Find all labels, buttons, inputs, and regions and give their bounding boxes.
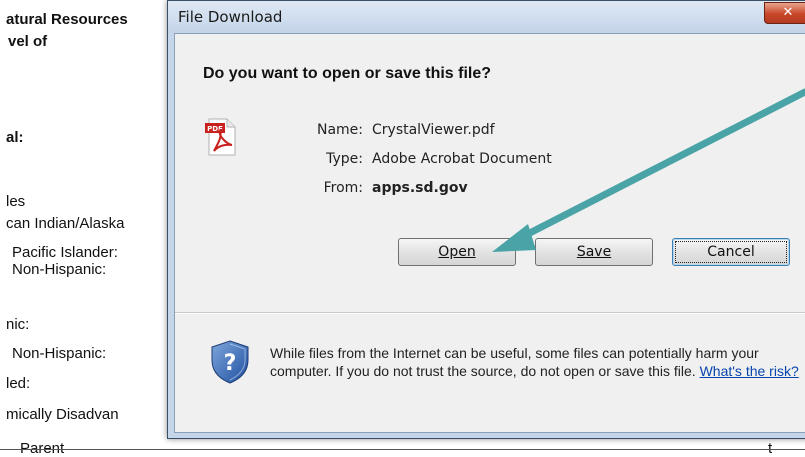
doc-line: Pacific Islander: (12, 244, 118, 261)
doc-line: led: (6, 375, 31, 392)
doc-line: atural Resources (6, 11, 128, 28)
doc-line: Non-Hispanic: (12, 261, 107, 278)
open-button[interactable]: Open (398, 238, 516, 266)
dialog-question: Do you want to open or save this file? (203, 65, 492, 82)
file-name-value: CrystalViewer.pdf (372, 122, 495, 138)
doc-line: vel of (8, 33, 48, 50)
file-type-label: Type: (326, 151, 363, 167)
doc-line: al: (6, 129, 24, 146)
doc-divider (0, 449, 805, 450)
dialog-titlebar[interactable]: File Download ✕ (168, 1, 805, 33)
cancel-button-label: Cancel (707, 244, 755, 260)
save-button-label: Save (576, 244, 612, 260)
file-type-value: Adobe Acrobat Document (372, 151, 552, 167)
dialog-title: File Download (178, 8, 283, 26)
doc-line: les (6, 193, 26, 210)
pdf-icon: PDF (205, 118, 236, 156)
whats-the-risk-link[interactable]: What's the risk? (700, 363, 799, 379)
file-name-label: Name: (316, 122, 363, 138)
shield-icon: ? (211, 340, 249, 384)
close-icon: ✕ (782, 5, 794, 20)
doc-line: nic: (6, 316, 30, 333)
cancel-button[interactable]: Cancel (672, 238, 790, 266)
svg-text:?: ? (224, 351, 237, 376)
doc-line: mically Disadvan (6, 406, 119, 423)
close-button[interactable]: ✕ (764, 2, 805, 24)
file-from-value: apps.sd.gov (372, 180, 468, 196)
warning-text: While files from the Internet can be use… (270, 345, 759, 379)
file-from-label: From: (323, 180, 363, 196)
dialog-content: Do you want to open or save this file? P… (174, 33, 805, 433)
dialog-divider-highlight (175, 313, 805, 314)
save-button[interactable]: Save (535, 238, 653, 266)
security-warning: While files from the Internet can be use… (270, 344, 800, 380)
open-button-label: Open (438, 244, 476, 260)
file-download-dialog: File Download ✕ Do you want to open or s… (167, 0, 805, 439)
doc-line: can Indian/Alaska (6, 215, 125, 232)
doc-line: Non-Hispanic: (12, 345, 107, 362)
